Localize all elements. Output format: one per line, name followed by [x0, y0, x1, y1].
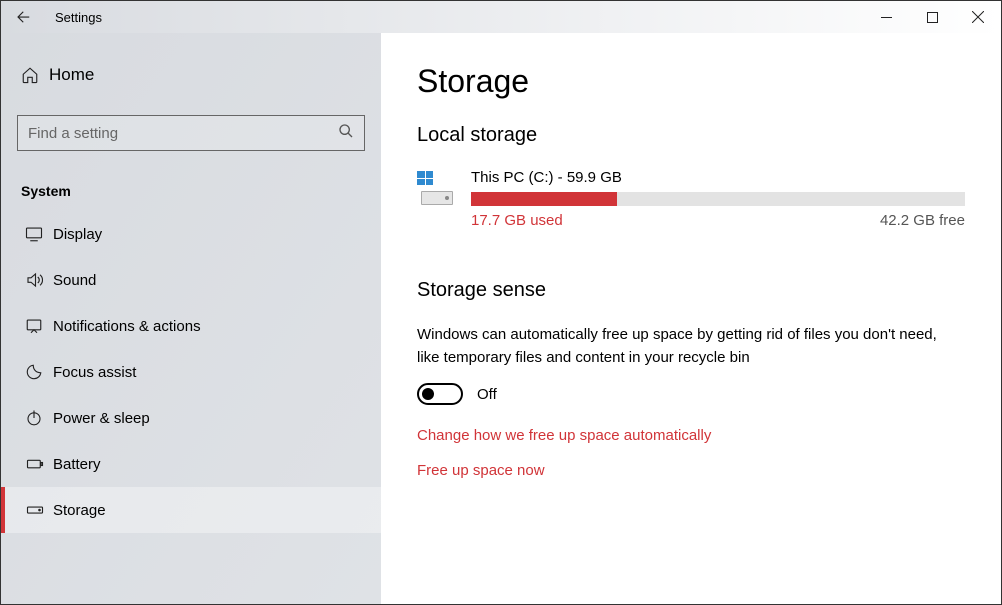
sidebar-item-label: Display — [53, 226, 102, 243]
back-button[interactable] — [1, 1, 47, 33]
sidebar-item-label: Focus assist — [53, 364, 136, 381]
disk-row[interactable]: This PC (C:) - 59.9 GB 17.7 GB used 42.2… — [417, 169, 965, 229]
disk-info: This PC (C:) - 59.9 GB 17.7 GB used 42.2… — [471, 169, 965, 229]
storage-icon — [25, 501, 53, 519]
sidebar: Home System Display Sound Notifications … — [1, 33, 381, 604]
sidebar-item-storage[interactable]: Storage — [1, 487, 381, 533]
storage-sense-toggle[interactable] — [417, 383, 463, 405]
sidebar-item-sound[interactable]: Sound — [1, 257, 381, 303]
disk-used: 17.7 GB used — [471, 212, 563, 229]
page-title: Storage — [417, 63, 965, 100]
usage-bar-fill — [471, 192, 617, 206]
sidebar-item-label: Battery — [53, 456, 101, 473]
storage-sense-heading: Storage sense — [417, 279, 965, 302]
section-label: System — [1, 175, 381, 211]
sidebar-item-label: Storage — [53, 502, 106, 519]
link-change-freeup[interactable]: Change how we free up space automaticall… — [417, 427, 965, 444]
window-title: Settings — [47, 10, 102, 25]
focus-assist-icon — [25, 363, 53, 381]
sidebar-item-focus-assist[interactable]: Focus assist — [1, 349, 381, 395]
main-content: Storage Local storage This PC (C:) - 59.… — [381, 33, 1001, 604]
sidebar-item-notifications[interactable]: Notifications & actions — [1, 303, 381, 349]
home-label: Home — [49, 65, 94, 85]
search-input[interactable] — [28, 125, 338, 142]
titlebar: Settings — [1, 1, 1001, 33]
home-icon — [21, 66, 49, 84]
sidebar-item-label: Power & sleep — [53, 410, 150, 427]
disk-icon — [417, 171, 457, 207]
sidebar-item-label: Sound — [53, 272, 96, 289]
maximize-button[interactable] — [909, 1, 955, 33]
minimize-button[interactable] — [863, 1, 909, 33]
usage-bar — [471, 192, 965, 206]
link-freeup-now[interactable]: Free up space now — [417, 462, 965, 479]
close-button[interactable] — [955, 1, 1001, 33]
search-icon — [338, 123, 354, 144]
sidebar-item-power-sleep[interactable]: Power & sleep — [1, 395, 381, 441]
disk-free: 42.2 GB free — [880, 212, 965, 229]
storage-sense-description: Windows can automatically free up space … — [417, 324, 937, 369]
sidebar-item-label: Notifications & actions — [53, 318, 201, 335]
local-storage-heading: Local storage — [417, 124, 965, 147]
home-nav[interactable]: Home — [1, 53, 381, 97]
search-box[interactable] — [17, 115, 365, 151]
sidebar-item-display[interactable]: Display — [1, 211, 381, 257]
toggle-label: Off — [477, 386, 497, 403]
display-icon — [25, 225, 53, 243]
battery-icon — [25, 455, 53, 473]
sidebar-item-battery[interactable]: Battery — [1, 441, 381, 487]
power-icon — [25, 409, 53, 427]
disk-name: This PC (C:) - 59.9 GB — [471, 169, 965, 186]
sound-icon — [25, 271, 53, 289]
notifications-icon — [25, 317, 53, 335]
